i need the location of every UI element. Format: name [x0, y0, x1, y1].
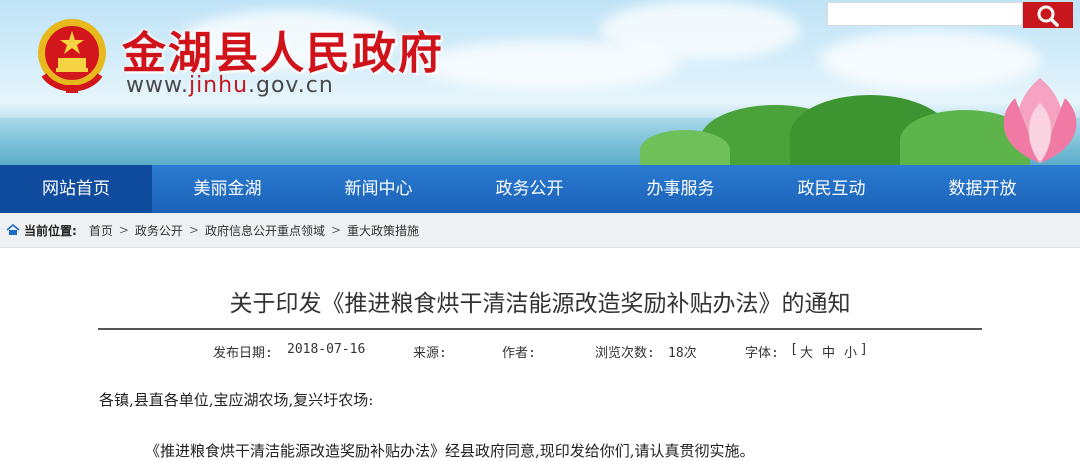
nav-item-interaction[interactable]: 政民互动: [756, 165, 907, 213]
search-icon: [1037, 5, 1059, 27]
nav-item-beautiful-jinhu[interactable]: 美丽金湖: [152, 165, 303, 213]
publish-date: 2018-07-16: [287, 342, 366, 357]
source-label: 来源:: [413, 346, 447, 361]
breadcrumb-separator: >: [188, 223, 199, 237]
site-url: www.jinhu.gov.cn: [126, 73, 334, 98]
site-title: 金湖县人民政府: [122, 28, 444, 79]
main-nav: 网站首页 美丽金湖 新闻中心 政务公开 办事服务 政民互动 数据开放: [0, 165, 1080, 213]
breadcrumb: 当前位置: 首页 > 政务公开 > 政府信息公开重点领域 > 重大政策措施: [0, 213, 1080, 248]
lotus-flower-icon: [1003, 78, 1077, 163]
view-count: 18次: [668, 346, 697, 361]
site-url-prefix: www.: [126, 73, 189, 98]
nav-item-government-affairs[interactable]: 政务公开: [454, 165, 605, 213]
search-button[interactable]: [1023, 2, 1073, 28]
cloud: [600, 0, 800, 60]
breadcrumb-separator: >: [118, 223, 129, 237]
view-count-label: 浏览次数:: [595, 346, 655, 361]
breadcrumb-link-home[interactable]: 首页: [89, 222, 113, 239]
font-size-small-button[interactable]: 小: [844, 342, 857, 361]
nav-item-home[interactable]: 网站首页: [0, 165, 152, 213]
font-size-label: 字体:: [745, 346, 779, 361]
search-input[interactable]: [827, 2, 1023, 26]
article-panel: 关于印发《推进粮食烘干清洁能源改造奖励补贴办法》的通知 发布日期: 2018-0…: [0, 248, 1080, 461]
site-url-highlight: jinhu: [188, 73, 249, 98]
font-size-bracket-open: [: [790, 342, 798, 357]
breadcrumb-separator: >: [330, 223, 342, 237]
font-size-bracket-close: ]: [860, 342, 868, 357]
home-icon: [6, 224, 20, 235]
article-title: 关于印发《推进粮食烘干清洁能源改造奖励补贴办法》的通知: [229, 291, 851, 317]
publish-date-label: 发布日期:: [213, 346, 273, 361]
title-divider: [98, 328, 982, 330]
lotus-leaf: [640, 130, 730, 165]
site-url-suffix: .gov.cn: [248, 73, 334, 98]
breadcrumb-link-major-policies[interactable]: 重大政策措施: [347, 222, 419, 239]
article-body-paragraph: 《推进粮食烘干清洁能源改造奖励补贴办法》经县政府同意,现印发给你们,请认真贯彻实…: [145, 442, 755, 460]
nav-item-open-data[interactable]: 数据开放: [907, 165, 1058, 213]
breadcrumb-link-government-affairs[interactable]: 政务公开: [135, 222, 183, 239]
font-size-large-button[interactable]: 大: [800, 342, 813, 361]
national-emblem-icon: [38, 19, 106, 93]
font-size-medium-button[interactable]: 中: [822, 342, 835, 361]
breadcrumb-label: 当前位置:: [24, 223, 77, 238]
nav-item-services[interactable]: 办事服务: [605, 165, 756, 213]
author-label: 作者:: [502, 346, 536, 361]
breadcrumb-link-key-areas[interactable]: 政府信息公开重点领域: [205, 222, 325, 239]
article-greeting: 各镇,县直各单位,宝应湖农场,复兴圩农场:: [99, 391, 374, 409]
nav-item-news-center[interactable]: 新闻中心: [303, 165, 454, 213]
